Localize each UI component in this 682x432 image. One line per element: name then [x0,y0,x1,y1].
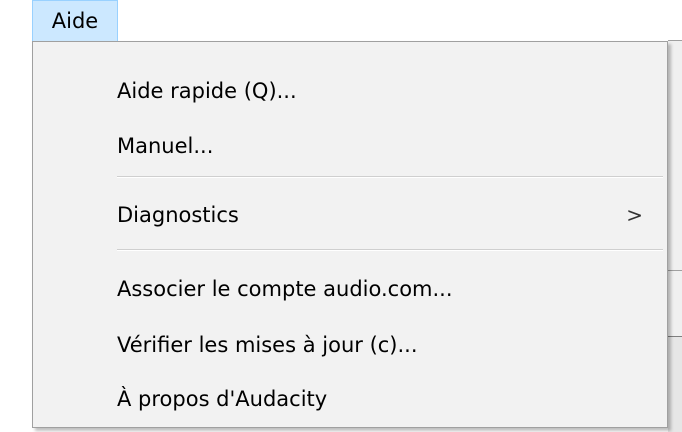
menu-item-diagnostics[interactable]: Diagnostics > [35,192,665,238]
menu-item-label: Diagnostics [117,203,239,227]
chevron-right-icon: > [626,203,643,227]
menu-item-manuel[interactable]: Manuel... [35,123,665,169]
aide-dropdown-menu: Aide rapide (Q)... Manuel... Diagnostics… [32,41,668,428]
menubar-item-aide[interactable]: Aide [32,0,118,42]
menu-item-label: Aide rapide (Q)... [117,79,297,103]
menu-separator [117,176,663,178]
background-divider [668,40,682,41]
menu-item-label: Vérifier les mises à jour (c)... [117,333,418,357]
background-panel [668,336,682,432]
menu-item-associer-compte[interactable]: Associer le compte audio.com... [35,266,665,312]
menu-item-label: Associer le compte audio.com... [117,277,453,301]
background-divider [668,270,682,271]
menu-item-label: Manuel... [117,134,214,158]
menu-item-verifier-mises-a-jour[interactable]: Vérifier les mises à jour (c)... [35,322,665,368]
screen: Aide Aide rapide (Q)... Manuel... Diagno… [0,0,682,432]
menu-item-label: À propos d'Audacity [117,387,328,411]
background-window [668,40,682,432]
menu-item-a-propos[interactable]: À propos d'Audacity [35,376,665,422]
menu-item-aide-rapide[interactable]: Aide rapide (Q)... [35,68,665,114]
menu-separator [117,249,663,251]
menubar-item-label: Aide [51,9,99,33]
